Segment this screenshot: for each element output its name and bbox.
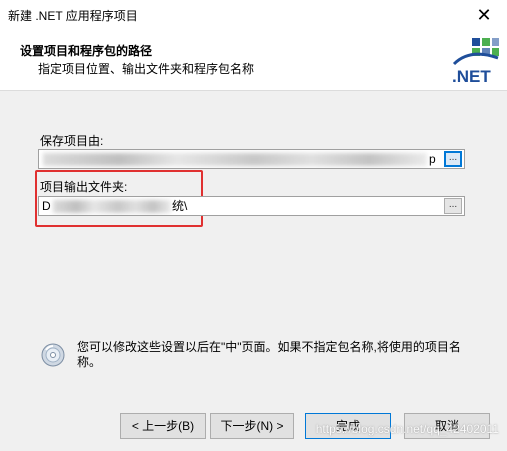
page-title: 设置项目和程序包的路径 — [20, 44, 153, 58]
page-subtitle: 指定项目位置、输出文件夹和程序包名称 — [38, 62, 255, 76]
redacted-path — [43, 153, 427, 166]
output-folder-tail: 统\ — [172, 199, 188, 213]
output-folder-field[interactable]: D 统\ — [38, 196, 465, 216]
dotnet-logo-text: .NET — [452, 67, 491, 86]
back-button[interactable]: < 上一步(B) — [120, 413, 206, 439]
project-location-browse-button[interactable]: ... — [444, 151, 462, 167]
window-title: 新建 .NET 应用程序项目 — [8, 9, 138, 23]
output-folder-label: 项目输出文件夹: — [40, 180, 128, 194]
disc-icon — [41, 343, 65, 367]
close-button[interactable]: ✕ — [461, 0, 507, 30]
project-location-field[interactable]: p — [38, 149, 465, 169]
wizard-header: 设置项目和程序包的路径 指定项目位置、输出文件夹和程序包名称 .NET — [0, 30, 507, 91]
close-icon: ✕ — [476, 4, 492, 25]
redacted-path — [53, 200, 171, 213]
output-folder-browse-button[interactable]: ... — [444, 198, 462, 214]
next-button[interactable]: 下一步(N) > — [210, 413, 294, 439]
output-folder-head: D — [42, 199, 51, 213]
dotnet-logo-icon: .NET — [452, 38, 499, 86]
info-message: 您可以修改这些设置以后在"中"页面。如果不指定包名称,将使用的项目名称。 — [77, 340, 461, 369]
project-location-label: 保存项目由: — [40, 134, 104, 148]
project-location-tail: p — [429, 152, 436, 166]
watermark: https://blog.csdn.net/qq_42402011 — [315, 422, 499, 436]
title-bar: 新建 .NET 应用程序项目 ✕ — [0, 0, 507, 30]
